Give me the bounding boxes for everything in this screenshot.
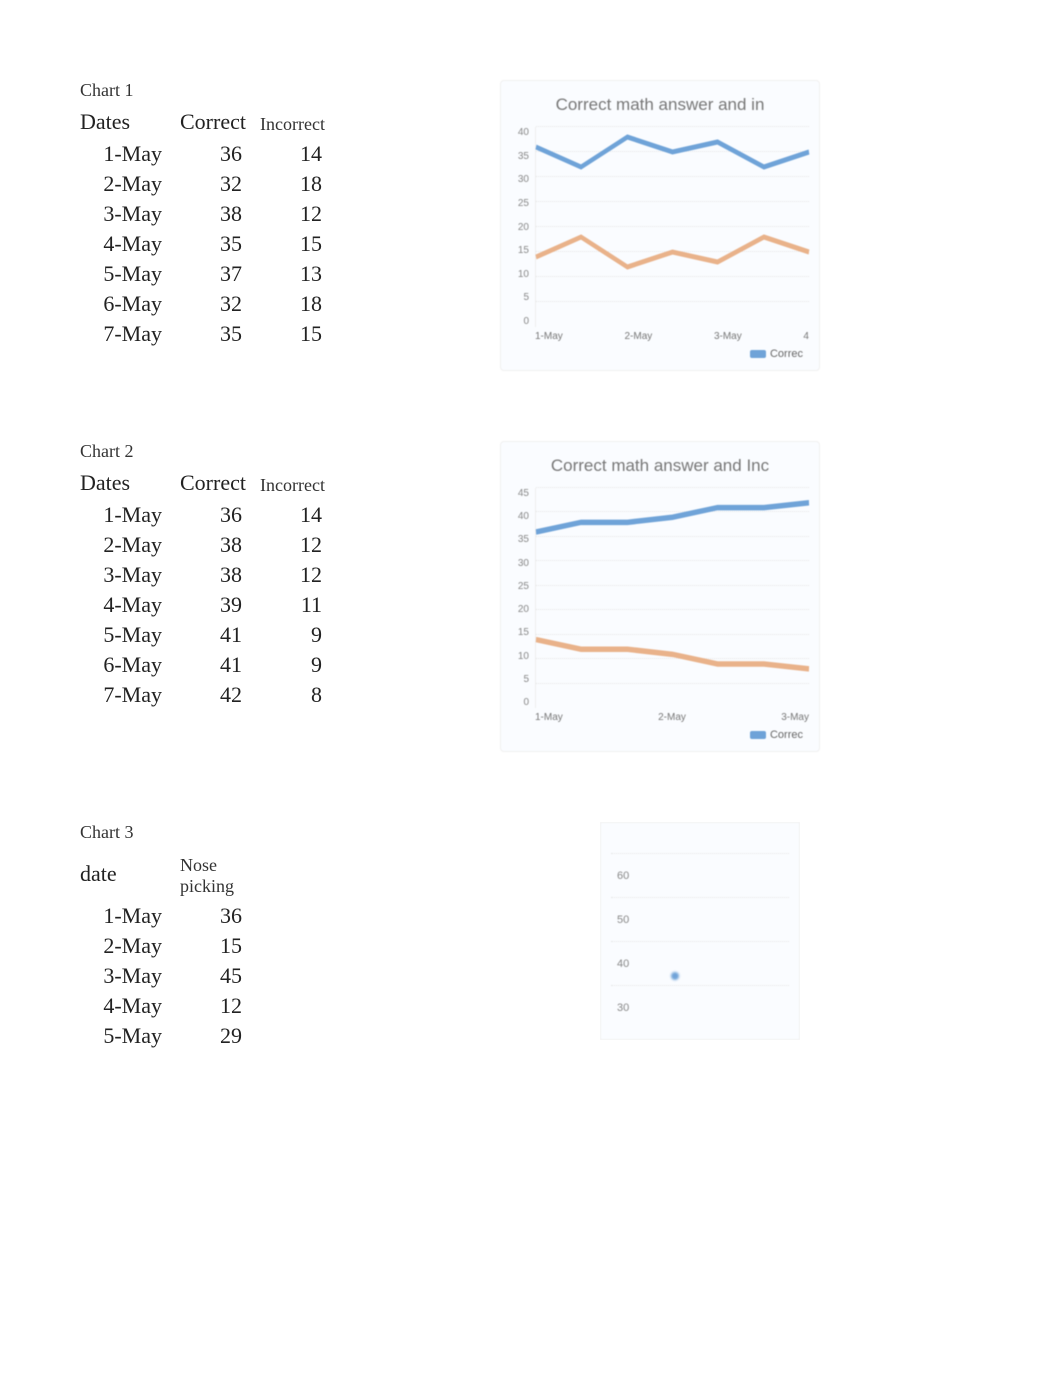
table-row: 6-May419 <box>80 650 340 680</box>
table-row: 1-May3614 <box>80 500 340 530</box>
chart-3-table: date Nose picking 1-May36 2-May15 3-May4… <box>80 849 260 1051</box>
table-row: 3-May45 <box>80 961 260 991</box>
table-row: 5-May419 <box>80 620 340 650</box>
chart-2-section: Chart 2 Dates Correct Incorrect 1-May361… <box>80 441 1062 752</box>
chart-3-plot: 60 50 40 30 <box>600 822 800 1040</box>
chart-3-ytick: 30 <box>611 985 789 1029</box>
table-row: 6-May3218 <box>80 289 340 319</box>
table-row: 4-May12 <box>80 991 260 1021</box>
chart-2-title: Correct math answer and Inc <box>511 456 809 476</box>
chart-1-lines <box>536 127 809 327</box>
chart-1-section: Chart 1 Dates Correct Incorrect 1-May361… <box>80 80 1062 371</box>
legend-swatch-icon <box>750 731 766 739</box>
chart-3-ytick: 50 <box>611 897 789 941</box>
chart-2-header-dates: Dates <box>80 468 180 500</box>
chart-1-table: Dates Correct Incorrect 1-May3614 2-May3… <box>80 107 340 349</box>
chart-2-header-correct: Correct <box>180 468 260 500</box>
chart-3-datapoint-icon <box>671 972 679 980</box>
chart-3-heading: Chart 3 <box>80 822 500 843</box>
chart-3-header-date: date <box>80 849 180 901</box>
chart-1-header-correct: Correct <box>180 107 260 139</box>
table-row: 1-May3614 <box>80 139 340 169</box>
chart-3-section: Chart 3 date Nose picking 1-May36 2-May1… <box>80 822 1062 1051</box>
chart-1-title: Correct math answer and in <box>511 95 809 115</box>
table-row: 3-May3812 <box>80 560 340 590</box>
chart-1-series-correct <box>536 137 809 167</box>
table-row: 7-May428 <box>80 680 340 710</box>
chart-3-ytick: 60 <box>611 853 789 897</box>
chart-2-yaxis: 0 5 10 15 20 25 30 35 40 45 <box>511 488 535 708</box>
chart-2-lines <box>536 488 809 708</box>
table-row: 5-May29 <box>80 1021 260 1051</box>
table-row: 2-May3812 <box>80 530 340 560</box>
chart-1-legend: Correc <box>511 348 809 360</box>
table-row: 5-May3713 <box>80 259 340 289</box>
chart-2-table: Dates Correct Incorrect 1-May3614 2-May3… <box>80 468 340 710</box>
legend-swatch-icon <box>750 350 766 358</box>
chart-1-plot-area <box>535 127 809 327</box>
chart-2-xaxis: 1-May 2-May 3-May <box>511 712 809 723</box>
chart-1-xaxis: 1-May 2-May 3-May 4 <box>511 331 809 342</box>
table-row: 7-May3515 <box>80 319 340 349</box>
table-row: 2-May3218 <box>80 169 340 199</box>
chart-2-header-incorrect: Incorrect <box>260 468 340 500</box>
chart-1-yaxis: 0 5 10 15 20 25 30 35 40 <box>511 127 535 327</box>
chart-1-plot: Correct math answer and in 0 5 10 15 20 … <box>500 80 820 371</box>
table-row: 2-May15 <box>80 931 260 961</box>
table-row: 3-May3812 <box>80 199 340 229</box>
chart-3-header-nosepicking: Nose picking <box>180 849 260 901</box>
chart-3-ytick: 40 <box>611 941 789 985</box>
table-row: 4-May3515 <box>80 229 340 259</box>
chart-2-plot: Correct math answer and Inc 0 5 10 15 20… <box>500 441 820 752</box>
chart-2-legend: Correc <box>511 729 809 741</box>
chart-1-series-incorrect <box>536 237 809 267</box>
chart-1-heading: Chart 1 <box>80 80 500 101</box>
chart-2-series-incorrect <box>536 640 809 669</box>
chart-2-plot-area <box>535 488 809 708</box>
chart-1-header-dates: Dates <box>80 107 180 139</box>
chart-2-heading: Chart 2 <box>80 441 500 462</box>
chart-2-series-correct <box>536 503 809 532</box>
table-row: 1-May36 <box>80 901 260 931</box>
table-row: 4-May3911 <box>80 590 340 620</box>
chart-1-header-incorrect: Incorrect <box>260 107 340 139</box>
